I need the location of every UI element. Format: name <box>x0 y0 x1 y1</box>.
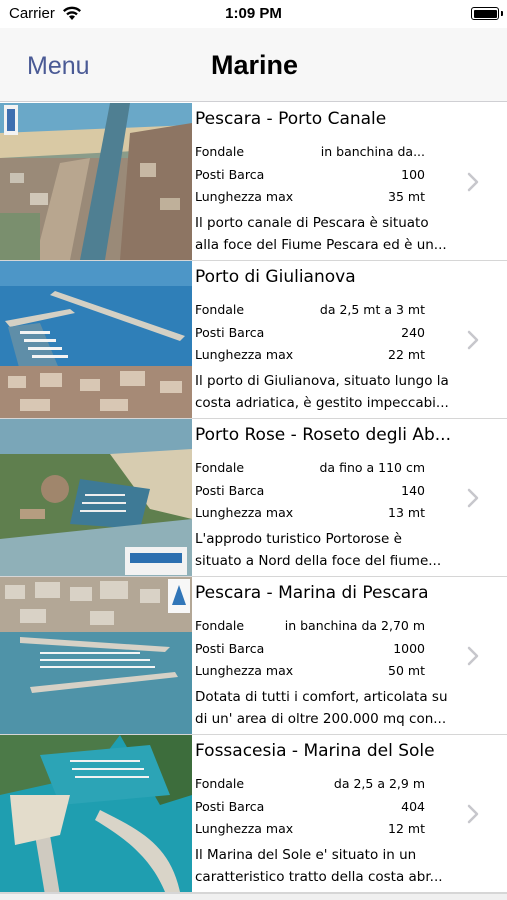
marina-description: Il Marina del Sole e' situato in un cara… <box>195 844 460 888</box>
spec-berths-value: 1000 <box>393 641 425 656</box>
spec-max-length-label: Lunghezza max <box>195 821 294 836</box>
marina-photo <box>0 261 192 418</box>
spec-berths-label: Posti Barca <box>195 799 265 814</box>
description-line: Dotata di tutti i comfort, articolata su <box>195 689 448 705</box>
description-line: Il porto canale di Pescara è situato <box>195 215 429 231</box>
spec-berths-value: 100 <box>401 167 425 182</box>
chevron-right-icon <box>467 488 479 508</box>
status-bar: Carrier 1:09 PM <box>0 0 507 28</box>
spec-berths-label: Posti Barca <box>195 641 265 656</box>
spec-depth-label: Fondale <box>195 618 245 633</box>
spec-max-length-label: Lunghezza max <box>195 347 294 362</box>
spec-berths-label: Posti Barca <box>195 483 265 498</box>
marina-list: Pescara - Porto Canale Fondale in banchi… <box>0 103 507 893</box>
description-line: Il Marina del Sole e' situato in un <box>195 847 417 863</box>
chevron-right-icon <box>467 330 479 350</box>
spec-berths: Posti Barca 1000 <box>195 641 425 659</box>
spec-max-length-label: Lunghezza max <box>195 663 294 678</box>
marina-row[interactable]: Porto Rose - Roseto degli Ab... Fondale … <box>0 419 507 577</box>
spec-berths-value: 140 <box>401 483 425 498</box>
spec-max-length-value: 35 mt <box>388 189 425 204</box>
marina-photo <box>0 103 192 260</box>
spec-berths-value: 404 <box>401 799 425 814</box>
spec-max-length: Lunghezza max 35 mt <box>195 189 425 207</box>
marina-title: Pescara - Marina di Pescara <box>195 583 429 603</box>
marina-info: Fossacesia - Marina del Sole Fondale da … <box>195 735 462 892</box>
spec-depth-label: Fondale <box>195 776 245 791</box>
spec-depth: Fondale da 2,5 mt a 3 mt <box>195 302 425 320</box>
marina-row[interactable]: Porto di Giulianova Fondale da 2,5 mt a … <box>0 261 507 419</box>
spec-depth-value: da 2,5 mt a 3 mt <box>319 302 425 317</box>
spec-depth: Fondale in banchina da... <box>195 144 425 162</box>
spec-berths: Posti Barca 100 <box>195 167 425 185</box>
marina-title: Pescara - Porto Canale <box>195 109 387 129</box>
description-line: caratteristico tratto della costa abr... <box>195 869 443 885</box>
spec-max-length: Lunghezza max 22 mt <box>195 347 425 365</box>
marina-info: Porto di Giulianova Fondale da 2,5 mt a … <box>195 261 462 418</box>
spec-max-length-value: 22 mt <box>388 347 425 362</box>
description-line: Il porto di Giulianova, situato lungo la <box>195 373 449 389</box>
spec-max-length: Lunghezza max 50 mt <box>195 663 425 681</box>
battery-icon <box>471 7 499 20</box>
spec-depth: Fondale da fino a 110 cm <box>195 460 425 478</box>
marina-description: Il porto canale di Pescara è situato all… <box>195 212 460 256</box>
spec-max-length: Lunghezza max 12 mt <box>195 821 425 839</box>
spec-berths-label: Posti Barca <box>195 167 265 182</box>
marina-row[interactable]: Pescara - Porto Canale Fondale in banchi… <box>0 103 507 261</box>
marina-photo <box>0 735 192 892</box>
chevron-right-icon <box>467 172 479 192</box>
page-title: Marine <box>211 50 299 80</box>
description-line: costa adriatica, è gestito impeccabi... <box>195 395 449 411</box>
chevron-right-icon <box>467 804 479 824</box>
spec-berths: Posti Barca 404 <box>195 799 425 817</box>
marina-title: Porto di Giulianova <box>195 267 356 287</box>
marina-row[interactable]: Fossacesia - Marina del Sole Fondale da … <box>0 735 507 893</box>
spec-berths-label: Posti Barca <box>195 325 265 340</box>
marina-title: Porto Rose - Roseto degli Ab... <box>195 425 451 445</box>
menu-button[interactable]: Menu <box>27 52 90 81</box>
spec-depth: Fondale da 2,5 a 2,9 m <box>195 776 425 794</box>
spec-berths-value: 240 <box>401 325 425 340</box>
spec-berths: Posti Barca 240 <box>195 325 425 343</box>
marina-photo <box>0 577 192 734</box>
spec-depth-value: da 2,5 a 2,9 m <box>333 776 425 791</box>
next-row-edge <box>0 893 507 900</box>
marina-info: Porto Rose - Roseto degli Ab... Fondale … <box>195 419 462 576</box>
spec-depth-label: Fondale <box>195 460 245 475</box>
spec-depth: Fondale in banchina da 2,70 m <box>195 618 425 636</box>
spec-berths: Posti Barca 140 <box>195 483 425 501</box>
spec-max-length-value: 12 mt <box>388 821 425 836</box>
marina-description: Dotata di tutti i comfort, articolata su… <box>195 686 460 730</box>
marina-title: Fossacesia - Marina del Sole <box>195 741 435 761</box>
spec-depth-label: Fondale <box>195 144 245 159</box>
spec-depth-label: Fondale <box>195 302 245 317</box>
clock: 1:09 PM <box>225 5 282 22</box>
marina-info: Pescara - Marina di Pescara Fondale in b… <box>195 577 462 734</box>
description-line: di un' area di oltre 200.000 mq con... <box>195 711 447 727</box>
marina-row[interactable]: Pescara - Marina di Pescara Fondale in b… <box>0 577 507 735</box>
spec-max-length-value: 13 mt <box>388 505 425 520</box>
battery-tip <box>501 11 503 16</box>
marina-description: L'approdo turistico Portorose è situato … <box>195 528 460 572</box>
marina-photo <box>0 419 192 576</box>
marina-description: Il porto di Giulianova, situato lungo la… <box>195 370 460 414</box>
navigation-bar: Menu Marine <box>0 28 507 102</box>
spec-depth-value: da fino a 110 cm <box>319 460 426 475</box>
chevron-right-icon <box>467 646 479 666</box>
spec-depth-value: in banchina da... <box>320 144 425 159</box>
description-line: situato a Nord della foce del fiume... <box>195 553 442 569</box>
spec-max-length-value: 50 mt <box>388 663 425 678</box>
spec-max-length: Lunghezza max 13 mt <box>195 505 425 523</box>
spec-max-length-label: Lunghezza max <box>195 189 294 204</box>
description-line: alla foce del Fiume Pescara ed è un... <box>195 237 447 253</box>
description-line: L'approdo turistico Portorose è <box>195 531 402 547</box>
marina-info: Pescara - Porto Canale Fondale in banchi… <box>195 103 462 260</box>
spec-max-length-label: Lunghezza max <box>195 505 294 520</box>
spec-depth-value: in banchina da 2,70 m <box>284 618 425 633</box>
